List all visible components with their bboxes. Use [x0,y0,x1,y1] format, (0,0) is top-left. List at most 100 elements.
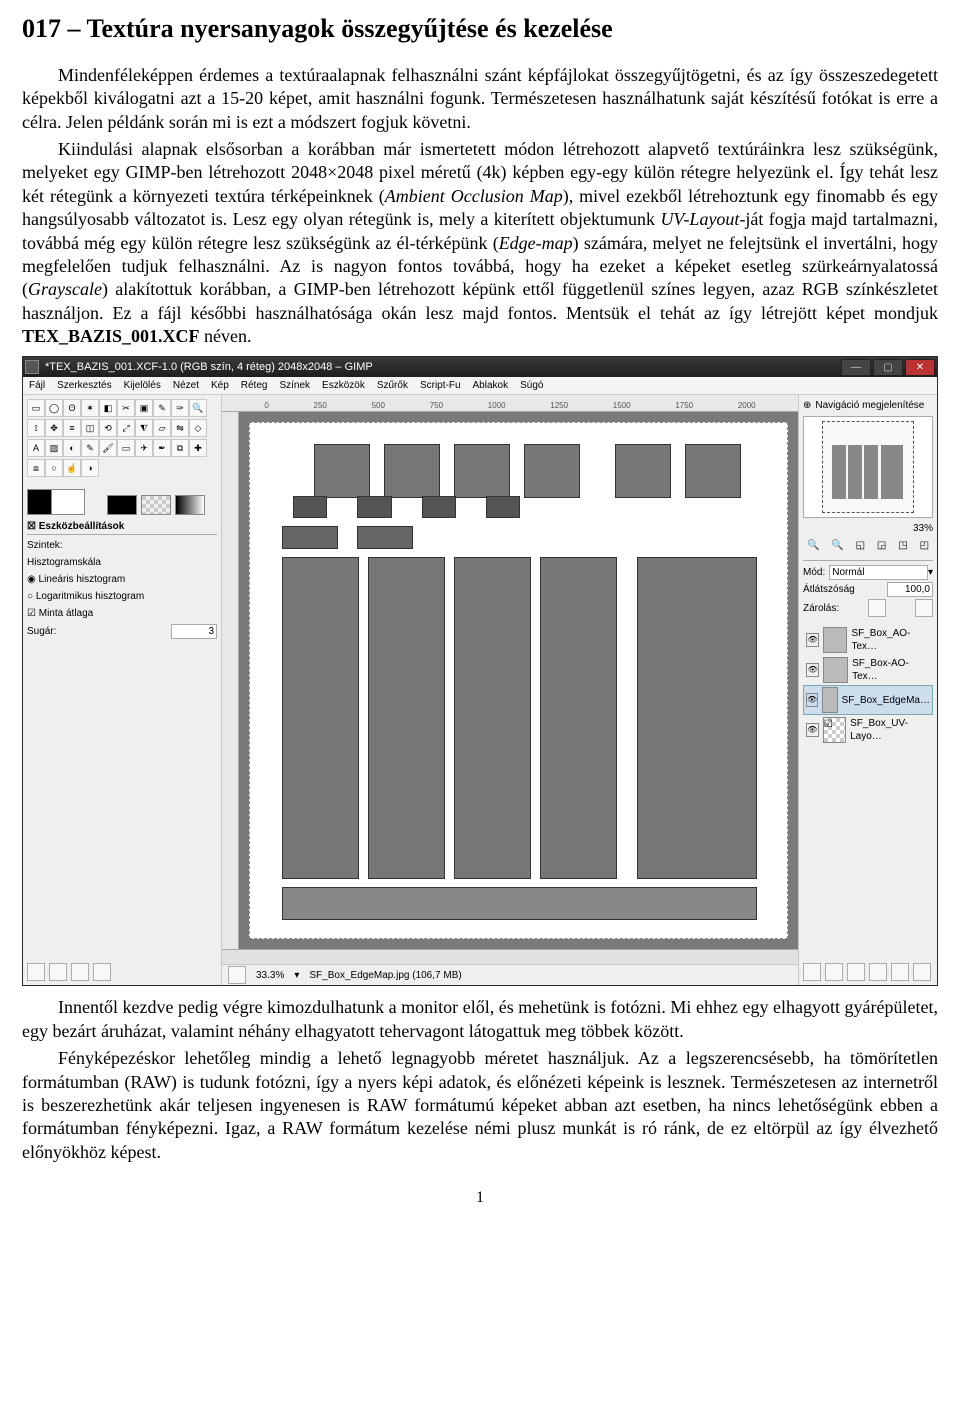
layer-row[interactable]: 👁 SF_Box_EdgeMa… [803,685,933,715]
tool-clone[interactable]: ⧉ [171,439,189,457]
zoom-out-icon[interactable]: 🔍 [807,539,819,552]
layer-row[interactable]: 👁 SF_Box_UV-Layo… [803,715,933,745]
tool-bucket[interactable]: ▨ [45,439,63,457]
lock-pixels-icon[interactable] [868,599,886,617]
zoom-in-icon[interactable]: 🔍 [831,539,843,552]
tool-scissors[interactable]: ✂ [117,399,135,417]
radius-label: Sugár: [27,625,56,638]
tool-move[interactable]: ✥ [45,419,63,437]
menu-item[interactable]: Szűrők [377,379,408,392]
menu-item[interactable]: Súgó [520,379,543,392]
menu-item[interactable]: Színek [279,379,310,392]
tool-scale[interactable]: ⤢ [117,419,135,437]
tool-preset-restore-icon[interactable] [49,963,67,981]
status-unit-icon[interactable] [228,966,246,984]
background-color[interactable] [51,489,85,515]
tool-measure[interactable]: ⟟ [27,419,45,437]
eye-icon[interactable]: 👁 [806,723,819,737]
paragraph-4: Fényképezéskor lehetőleg mindig a lehető… [22,1047,938,1164]
zoom-window-icon[interactable]: ◳ [898,539,907,552]
active-brush[interactable] [107,495,137,515]
mode-select[interactable]: Normál [829,565,928,580]
tool-paths[interactable]: ✎ [153,399,171,417]
tool-preset-save-icon[interactable] [27,963,45,981]
tool-airbrush[interactable]: ✈ [135,439,153,457]
tool-perspective[interactable]: ▱ [153,419,171,437]
minimize-button[interactable]: — [841,359,871,376]
tool-dodge[interactable]: ◑ [81,459,99,477]
page-number: 1 [22,1188,938,1209]
paragraph-1: Mindenféleképpen érdemes a textúraalapna… [22,64,938,134]
maximize-button[interactable]: ▢ [873,359,903,376]
menu-item[interactable]: Kép [211,379,229,392]
zoom-fill-icon[interactable]: ◰ [920,539,929,552]
tool-text[interactable]: A [27,439,45,457]
tool-zoom[interactable]: 🔍 [189,399,207,417]
eye-icon[interactable]: 👁 [806,633,819,647]
lock-alpha-icon[interactable] [915,599,933,617]
levels-label: Szintek: [27,539,217,552]
menu-item[interactable]: Nézet [173,379,199,392]
menu-item[interactable]: Kijelölés [124,379,161,392]
anchor-layer-icon[interactable] [891,963,909,981]
tool-blur[interactable]: ○ [45,459,63,477]
opacity-value[interactable]: 100,0 [887,582,933,597]
menu-item[interactable]: Réteg [241,379,268,392]
tool-preset-reset-icon[interactable] [93,963,111,981]
active-pattern[interactable] [141,495,171,515]
raise-layer-icon[interactable] [825,963,843,981]
navigation-toggle[interactable]: ⊕ Navigáció megjelenítése [803,399,933,412]
radio-log-histogram[interactable]: Logaritmikus hisztogram [27,590,217,603]
close-button[interactable]: ✕ [905,359,935,376]
tool-shear[interactable]: ⧨ [135,419,153,437]
checkbox-sample-average[interactable]: Minta átlaga [27,607,217,620]
tool-pencil[interactable]: ✎ [81,439,99,457]
zoom-fit-icon[interactable]: ◱ [856,539,865,552]
tool-ellipse-select[interactable]: ◯ [45,399,63,417]
menu-item[interactable]: Szerkesztés [57,379,111,392]
layer-row[interactable]: 👁 SF_Box-AO-Tex… [803,655,933,685]
tool-rotate[interactable]: ⟲ [99,419,117,437]
menu-item[interactable]: Ablakok [473,379,509,392]
layers-list: 👁 SF_Box_AO-Tex… 👁 SF_Box-AO-Tex… 👁 SF_B… [803,625,933,745]
radius-value[interactable]: 3 [171,624,217,639]
new-layer-icon[interactable] [803,963,821,981]
active-gradient[interactable] [175,495,205,515]
radio-linear-histogram[interactable]: Lineáris hisztogram [27,573,217,586]
tool-gradient[interactable]: ◐ [63,439,81,457]
canvas[interactable] [249,422,788,939]
navigation-thumbnail[interactable] [803,416,933,518]
menu-item[interactable]: Script-Fu [420,379,461,392]
tool-picker[interactable]: ✑ [171,399,189,417]
duplicate-layer-icon[interactable] [869,963,887,981]
color-swatches[interactable] [27,481,217,515]
menu-item[interactable]: Eszközök [322,379,365,392]
lower-layer-icon[interactable] [847,963,865,981]
nav-zoom-value: 33% [803,522,933,535]
tool-brush[interactable]: 🖌 [99,439,117,457]
tool-rect-select[interactable]: ▭ [27,399,45,417]
tool-ink[interactable]: ✒ [153,439,171,457]
zoom-100-icon[interactable]: ◲ [877,539,886,552]
layer-row[interactable]: 👁 SF_Box_AO-Tex… [803,625,933,655]
tool-lasso[interactable]: ʘ [63,399,81,417]
tool-heal[interactable]: ✚ [189,439,207,457]
menu-item[interactable]: Fájl [29,379,45,392]
delete-layer-icon[interactable] [913,963,931,981]
paragraph-3: Innentől kezdve pedig végre kimozdulhatu… [22,996,938,1043]
tool-flip[interactable]: ⇋ [171,419,189,437]
tool-persp-clone[interactable]: ⧈ [27,459,45,477]
tool-cage[interactable]: ◇ [189,419,207,437]
tool-by-color[interactable]: ◧ [99,399,117,417]
eye-icon[interactable]: 👁 [806,693,818,707]
tool-foreground[interactable]: ▣ [135,399,153,417]
scrollbar-horizontal[interactable] [222,949,798,964]
tool-crop[interactable]: ◫ [81,419,99,437]
tool-preset-delete-icon[interactable] [71,963,89,981]
tool-smudge[interactable]: ☝ [63,459,81,477]
status-zoom[interactable]: 33.3% [256,969,284,982]
tool-fuzzy-select[interactable]: ✶ [81,399,99,417]
tool-eraser[interactable]: ▭ [117,439,135,457]
tool-align[interactable]: ≡ [63,419,81,437]
eye-icon[interactable]: 👁 [806,663,819,677]
